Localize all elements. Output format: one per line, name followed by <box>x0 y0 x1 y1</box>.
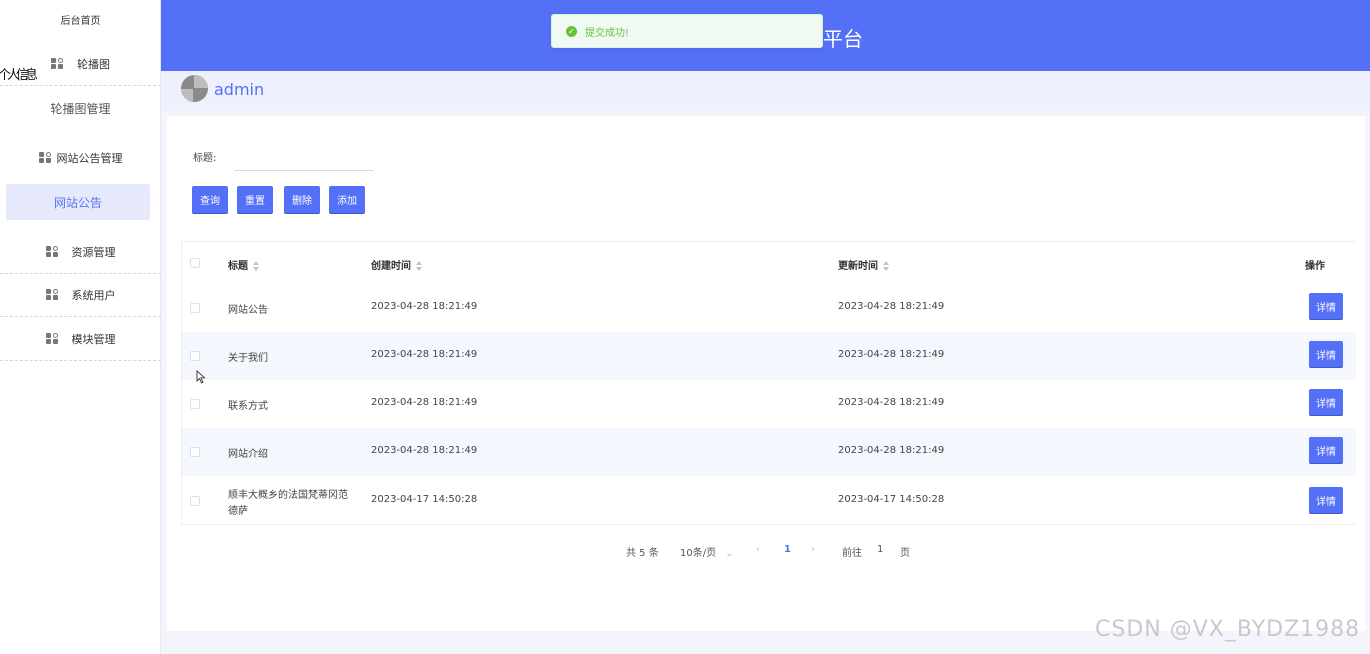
detail-button[interactable]: 详情 <box>1309 437 1343 463</box>
row-checkbox[interactable] <box>190 496 200 506</box>
notice-table: 标题 创建时间 更新时间 操作 网站公告 2023-04-28 18:21:49… <box>181 241 1356 525</box>
cell-updated: 2023-04-17 14:50:28 <box>838 494 945 505</box>
row-checkbox[interactable] <box>190 303 200 313</box>
page-number-current[interactable]: 1 <box>784 544 791 555</box>
table-row: 联系方式 2023-04-28 18:21:49 2023-04-28 18:2… <box>182 380 1356 428</box>
page-title: 平台 <box>823 27 863 51</box>
cell-created: 2023-04-28 18:21:49 <box>371 349 478 360</box>
toast-message: 提交成功! <box>585 27 630 39</box>
cell-updated: 2023-04-28 18:21:49 <box>838 397 945 408</box>
sidebar-subitem-notice[interactable]: 网站公告 <box>6 184 150 220</box>
detail-button[interactable]: 详情 <box>1309 341 1343 367</box>
title-filter-input[interactable] <box>234 141 374 171</box>
cell-created: 2023-04-28 18:21:49 <box>371 301 478 312</box>
cell-updated: 2023-04-28 18:21:49 <box>838 349 945 360</box>
module-icon <box>51 57 65 70</box>
column-header-title[interactable]: 标题 <box>228 257 260 272</box>
cell-updated: 2023-04-28 18:21:49 <box>838 301 945 312</box>
table-row: 关于我们 2023-04-28 18:21:49 2023-04-28 18:2… <box>182 332 1356 380</box>
sidebar: 后台首页 个人信息 轮播图 轮播图管理 网站公告管理 网站公告 资源管理 系统用… <box>0 0 161 654</box>
mouse-cursor-icon <box>196 370 206 384</box>
module-icon <box>45 245 60 258</box>
chevron-down-icon: ⌄ <box>725 548 734 559</box>
avatar[interactable] <box>181 75 208 102</box>
prev-page-icon[interactable]: ‹ <box>756 544 760 555</box>
row-checkbox[interactable] <box>190 447 200 457</box>
sidebar-item-label: 轮播图 <box>77 57 110 71</box>
username[interactable]: admin <box>214 80 264 99</box>
cell-created: 2023-04-28 18:21:49 <box>371 445 478 456</box>
sidebar-item-carousel[interactable]: 轮播图 <box>0 42 161 86</box>
cell-title: 联系方式 <box>228 401 268 412</box>
sort-icon[interactable] <box>252 261 260 271</box>
sidebar-item-label: 系统用户 <box>71 288 116 302</box>
add-button[interactable]: 添加 <box>329 186 365 213</box>
cell-title: 网站介绍 <box>228 449 268 460</box>
sidebar-item-label: 资源管理 <box>71 245 116 259</box>
column-header-created[interactable]: 创建时间 <box>371 257 423 272</box>
goto-label: 前往 <box>842 548 862 559</box>
column-header-actions: 操作 <box>1305 261 1325 272</box>
sidebar-item-label: 网站公告管理 <box>56 152 123 165</box>
next-page-icon[interactable]: › <box>811 544 815 555</box>
table-header-row: 标题 创建时间 更新时间 操作 <box>182 242 1356 284</box>
check-circle-icon: ✓ <box>566 25 577 37</box>
sidebar-item-resource[interactable]: 资源管理 <box>0 230 161 274</box>
row-checkbox[interactable] <box>190 399 200 409</box>
user-bar: admin <box>161 71 1370 111</box>
sidebar-item-label: 模块管理 <box>71 332 116 346</box>
sidebar-item-home[interactable]: 后台首页 <box>0 12 161 27</box>
cell-title-line2: 德萨 <box>228 506 248 517</box>
success-toast: ✓ 提交成功! <box>551 14 823 48</box>
module-icon <box>38 152 53 164</box>
detail-button[interactable]: 详情 <box>1309 487 1343 513</box>
page-size-select[interactable]: 10条/页 ⌄ <box>680 544 734 559</box>
sort-icon[interactable] <box>415 261 423 271</box>
row-checkbox[interactable] <box>190 351 200 361</box>
detail-button[interactable]: 详情 <box>1309 389 1343 415</box>
column-header-updated[interactable]: 更新时间 <box>838 257 890 272</box>
cell-title: 关于我们 <box>228 353 268 364</box>
select-all-checkbox[interactable] <box>190 258 200 268</box>
module-icon <box>45 332 60 345</box>
cell-title: 网站公告 <box>228 305 268 316</box>
sidebar-item-users[interactable]: 系统用户 <box>0 273 161 317</box>
detail-button[interactable]: 详情 <box>1309 293 1343 319</box>
sidebar-item-modules[interactable]: 模块管理 <box>0 317 161 361</box>
query-button[interactable]: 查询 <box>192 186 228 213</box>
cell-updated: 2023-04-28 18:21:49 <box>838 445 945 456</box>
delete-button[interactable]: 删除 <box>284 186 320 213</box>
table-row: 网站公告 2023-04-28 18:21:49 2023-04-28 18:2… <box>182 284 1356 332</box>
goto-page-input[interactable]: 1 <box>877 544 883 555</box>
sidebar-subitem-carousel-manage[interactable]: 轮播图管理 <box>0 86 161 130</box>
content-panel: 标题: 查询 重置 删除 添加 标题 创建时间 更新时间 操作 网站公告 202… <box>167 116 1365 631</box>
watermark: CSDN @VX_BYDZ1988 <box>1095 617 1361 642</box>
pagination-total: 共 5 条 <box>626 548 659 559</box>
cell-title-line1: 顺丰大概乡的法国梵蒂冈范 <box>228 490 348 501</box>
sidebar-item-notice-manage[interactable]: 网站公告管理 <box>0 136 161 180</box>
cell-created: 2023-04-17 14:50:28 <box>371 494 478 505</box>
cell-created: 2023-04-28 18:21:49 <box>371 397 478 408</box>
page-suffix-label: 页 <box>900 548 910 559</box>
sort-icon[interactable] <box>882 261 890 271</box>
module-icon <box>45 288 60 301</box>
reset-button[interactable]: 重置 <box>237 186 273 213</box>
title-filter-label: 标题: <box>193 153 217 164</box>
table-row: 顺丰大概乡的法国梵蒂冈范 德萨 2023-04-17 14:50:28 2023… <box>182 476 1356 526</box>
table-row: 网站介绍 2023-04-28 18:21:49 2023-04-28 18:2… <box>182 428 1356 476</box>
